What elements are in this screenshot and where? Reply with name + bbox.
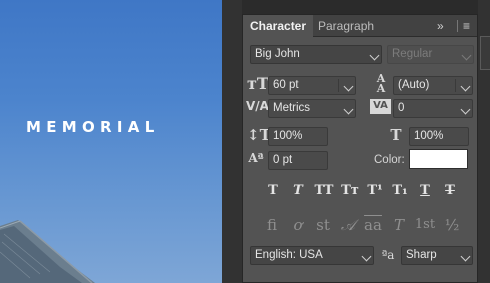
panel-tab-bar: Character Paragraph » ≡	[243, 15, 477, 38]
leading-value: (Auto)	[398, 79, 430, 91]
canvas-headline-text[interactable]: MEMORIAL	[26, 118, 222, 136]
language-select[interactable]: English: USA	[250, 246, 374, 265]
kerning-value: Metrics	[273, 102, 311, 114]
font-size-field[interactable]: 60 pt	[268, 76, 356, 95]
leading-field[interactable]: (Auto)	[393, 76, 473, 95]
horizontal-scale-icon: T	[390, 126, 402, 144]
baseline-shift-field[interactable]: 0 pt	[268, 151, 328, 170]
leading-icon: AA	[376, 72, 386, 95]
fractions-button[interactable]: ½	[440, 213, 464, 237]
tracking-value: 0	[398, 102, 405, 114]
tab-paragraph[interactable]: Paragraph	[311, 15, 381, 37]
panel-dock-background	[222, 0, 242, 283]
character-panel: Character Paragraph » ≡ Big John Regular…	[242, 14, 478, 283]
font-size-icon: ᴛT	[247, 74, 269, 93]
antialiasing-value: Sharp	[406, 249, 437, 261]
collapsed-panel-strip[interactable]	[480, 36, 490, 70]
font-family-value: Big John	[255, 48, 300, 60]
building-roof-image	[0, 220, 95, 283]
font-family-select[interactable]: Big John	[250, 45, 382, 64]
tab-divider	[457, 20, 458, 32]
small-caps-button[interactable]: Tт	[339, 181, 361, 201]
font-style-select[interactable]: Regular	[387, 45, 474, 64]
tracking-field[interactable]: 0	[393, 99, 473, 118]
text-color-swatch[interactable]	[409, 149, 468, 169]
vertical-scale-icon: ↕T	[247, 126, 271, 144]
swash-button[interactable]: 𝒜	[336, 213, 360, 237]
vertical-scale-field[interactable]: 100%	[268, 127, 328, 146]
contextual-alternates-button[interactable]: ơ	[286, 213, 310, 237]
chevron-down-icon	[461, 50, 472, 61]
discretionary-ligatures-button[interactable]: st	[311, 213, 335, 237]
horizontal-scale-value: 100%	[414, 130, 444, 142]
faux-bold-button[interactable]: T	[262, 181, 284, 201]
all-caps-button[interactable]: TT	[312, 181, 336, 201]
stylistic-alternates-button[interactable]: aa	[361, 213, 385, 237]
kerning-field[interactable]: Metrics	[268, 99, 356, 118]
standard-ligatures-button[interactable]: fi	[260, 213, 284, 237]
strikethrough-button[interactable]: T	[439, 181, 461, 201]
font-style-value: Regular	[392, 48, 433, 60]
tracking-icon: VA	[370, 99, 391, 114]
language-value: English: USA	[255, 249, 323, 261]
chevron-down-icon	[361, 251, 372, 262]
tab-character[interactable]: Character	[243, 15, 314, 38]
panel-menu-icon[interactable]: ≡	[463, 15, 470, 37]
chevron-down-icon	[369, 50, 380, 61]
chevron-down-icon	[343, 81, 354, 92]
chevron-down-icon	[460, 104, 471, 115]
chevron-down-icon	[343, 104, 354, 115]
baseline-shift-icon: Aª	[248, 151, 264, 165]
subscript-button[interactable]: T₁	[389, 181, 411, 201]
vertical-scale-value: 100%	[273, 130, 303, 142]
horizontal-scale-field[interactable]: 100%	[409, 127, 469, 146]
superscript-button[interactable]: T¹	[364, 181, 386, 201]
underline-button[interactable]: T	[414, 181, 436, 201]
baseline-shift-value: 0 pt	[273, 154, 293, 166]
faux-italic-button[interactable]: T	[287, 181, 309, 201]
antialiasing-select[interactable]: Sharp	[401, 246, 473, 265]
chevron-down-icon	[460, 81, 471, 92]
chevron-down-icon	[460, 251, 471, 262]
kerning-icon: V/A	[246, 99, 269, 113]
document-canvas[interactable]: MEMORIAL	[0, 0, 222, 283]
ordinals-button[interactable]: 1st	[411, 213, 439, 237]
font-size-value: 60 pt	[273, 79, 299, 91]
color-label: Color:	[374, 154, 405, 166]
collapse-panel-icon[interactable]: »	[437, 15, 444, 37]
titling-alternates-button[interactable]: T	[387, 213, 411, 237]
antialiasing-icon: ªa	[381, 248, 395, 262]
